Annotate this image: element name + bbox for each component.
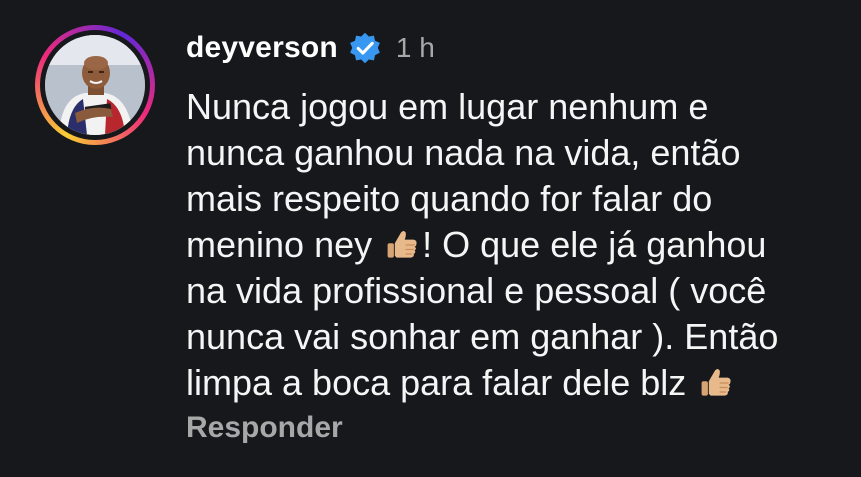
comment-line: limpa a boca para falar dele blz <box>186 360 856 406</box>
story-ring[interactable] <box>35 25 155 145</box>
avatar-photo-icon <box>45 35 145 135</box>
timestamp: 1 h <box>395 32 435 63</box>
comment-line: menino ney ! O que ele já ganhou <box>186 224 767 265</box>
comment-line: nunca vai sonhar em ganhar ). Então <box>186 316 779 357</box>
comment-line: Nunca jogou em lugar nenhum e <box>186 86 709 127</box>
comment-line: mais respeito quando for falar do <box>186 178 713 219</box>
username-link[interactable]: deyverson <box>186 31 338 65</box>
comment-text: Nunca jogou em lugar nenhum e nunca ganh… <box>186 84 856 406</box>
thumbs-up-emoji-icon <box>698 365 734 401</box>
comment-header: deyverson 1 h <box>186 26 435 70</box>
reply-button[interactable]: Responder <box>186 411 343 445</box>
comment-line: nunca ganhou nada na vida, então <box>186 132 741 173</box>
avatar[interactable] <box>45 35 145 135</box>
comment-item: deyverson 1 h Nunca jogou em lugar nenhu… <box>0 0 861 477</box>
thumbs-up-emoji-icon <box>384 227 420 263</box>
comment-line: na vida profissional e pessoal ( você <box>186 270 767 311</box>
verified-badge-icon <box>348 31 382 65</box>
